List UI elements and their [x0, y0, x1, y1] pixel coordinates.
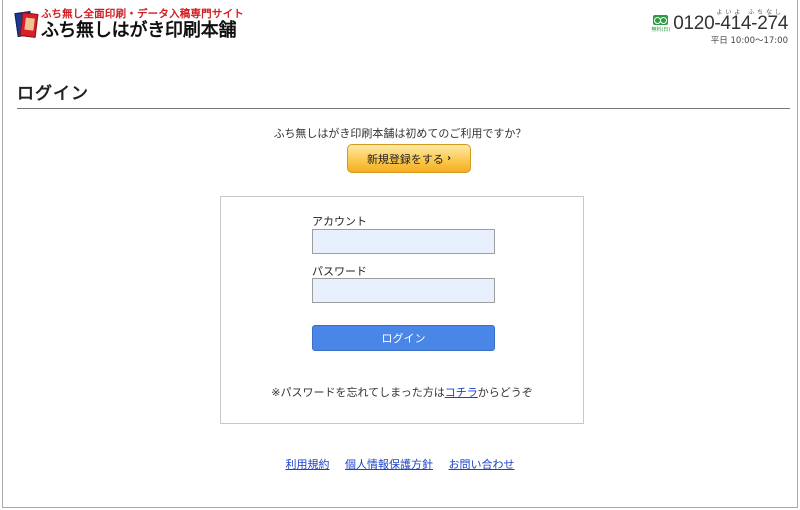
forgot-password-link[interactable]: コチラ [445, 386, 478, 399]
terms-link[interactable]: 利用規約 [286, 458, 330, 471]
phone-number: 0120-414-274 [673, 13, 788, 34]
chevron-right-icon: › [446, 153, 452, 164]
logo-text: ふち無し全面印刷・データ入稿専門サイト ふち無しはがき印刷本舗 [41, 9, 244, 40]
title-divider [17, 108, 790, 109]
privacy-policy-link[interactable]: 個人情報保護方針 [345, 458, 433, 471]
forgot-suffix: からどうぞ [477, 386, 533, 399]
contact-link[interactable]: お問い合わせ [449, 458, 515, 471]
account-input[interactable] [312, 229, 495, 254]
login-button-label: ログイン [381, 332, 426, 345]
register-button-label: 新規登録をする [366, 152, 444, 166]
site-logo[interactable]: ふち無し全面印刷・データ入稿専門サイト ふち無しはがき印刷本舗 [14, 9, 244, 40]
forgot-password-text: ※パスワードを忘れてしまった方はコチラからどうぞ [221, 384, 583, 400]
postcard-logo-icon [14, 10, 39, 38]
freedial-icon: 無料(日) [651, 15, 670, 33]
forgot-prefix: ※パスワードを忘れてしまった方は [271, 386, 445, 399]
site-tagline: ふち無し全面印刷・データ入稿専門サイト [41, 8, 244, 20]
footer-links: 利用規約 個人情報保護方針 お問い合わせ [0, 456, 800, 472]
login-form: アカウント パスワード ログイン ※パスワードを忘れてしまった方はコチラからどう… [220, 196, 584, 424]
password-input[interactable] [312, 278, 495, 303]
phone-contact: よいよ ふちなし 無料(日) 0120-414-274 平日 10:00〜17:… [651, 7, 788, 46]
page-title: ログイン [17, 84, 89, 104]
phone-hours: 平日 10:00〜17:00 [710, 36, 788, 46]
site-name: ふち無しはがき印刷本舗 [41, 19, 237, 41]
account-label: アカウント [312, 215, 367, 228]
login-button[interactable]: ログイン [312, 325, 495, 351]
freedial-label: 無料(日) [651, 27, 671, 33]
first-time-prompt: ふち無しはがき印刷本舗は初めてのご利用ですか？ [273, 127, 527, 140]
register-button[interactable]: 新規登録をする › [347, 144, 471, 173]
password-label: パスワード [312, 265, 367, 278]
